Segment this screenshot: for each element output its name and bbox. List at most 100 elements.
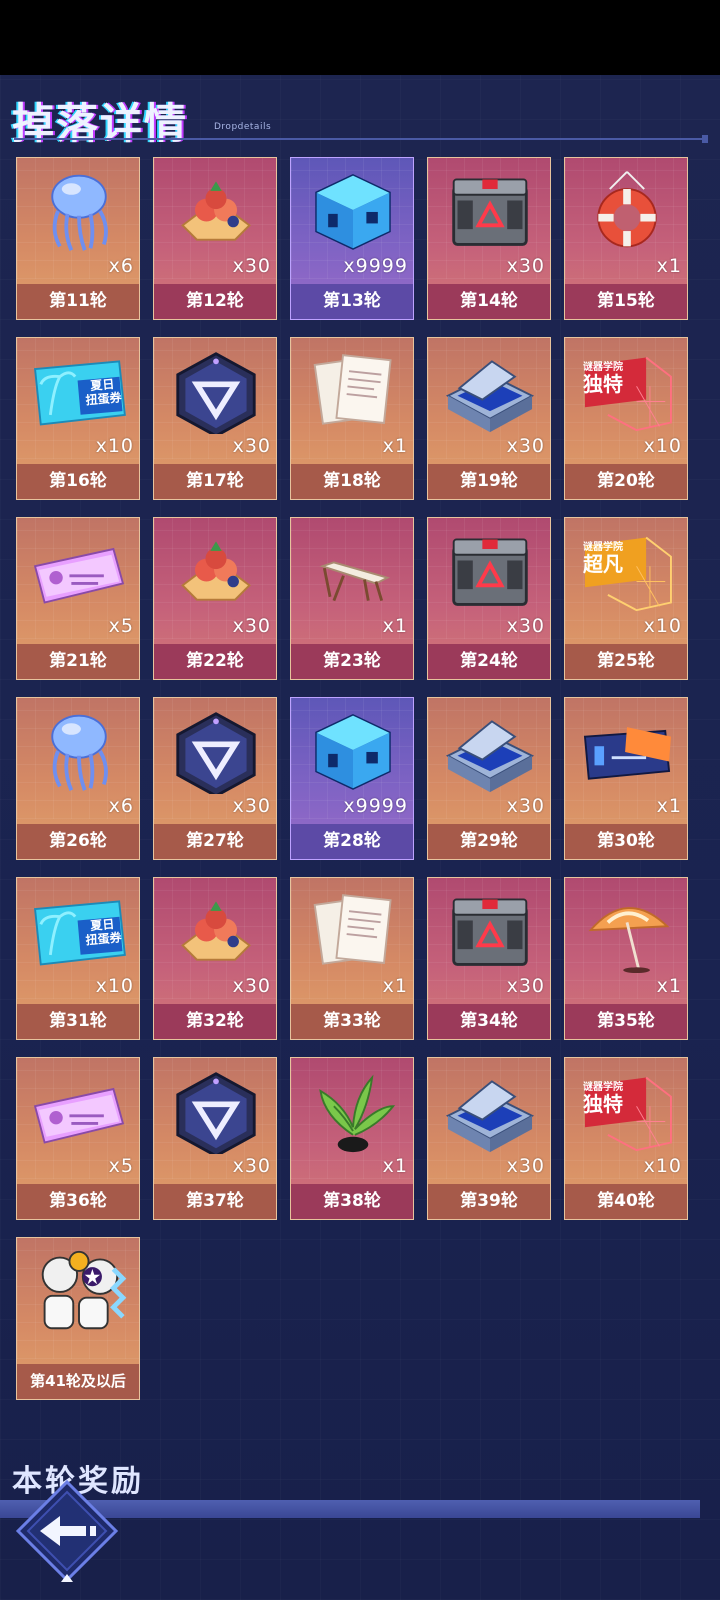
reward-card[interactable]: x6 第11轮 — [16, 157, 140, 320]
jellyfish-icon — [51, 174, 108, 251]
item-count: x1 — [382, 975, 408, 997]
reward-card[interactable]: 谜器学院 独特 x10 第20轮 — [564, 337, 688, 500]
round-label: 第23轮 — [291, 644, 413, 679]
item-count: x10 — [643, 1155, 682, 1177]
flag-big-text: 超凡 — [583, 552, 623, 576]
round-label: 第34轮 — [428, 1004, 550, 1039]
reward-card[interactable]: x30 第27轮 — [153, 697, 277, 860]
title-divider — [14, 135, 708, 143]
tech-crate-icon — [452, 538, 528, 606]
ticket-text: 夏日 扭蛋券 — [84, 916, 122, 948]
reward-card[interactable]: x1 第30轮 — [564, 697, 688, 860]
lifebuoy-icon — [597, 171, 657, 248]
item-count: x5 — [108, 1155, 134, 1177]
reward-card[interactable]: x30 第32轮 — [153, 877, 277, 1040]
reward-card[interactable]: 谜器学院 独特 x10 第40轮 — [564, 1057, 688, 1220]
item-count: x1 — [382, 1155, 408, 1177]
reward-card[interactable]: x30 第22轮 — [153, 517, 277, 680]
reward-card[interactable]: x1 第18轮 — [290, 337, 414, 500]
flag-big-text: 独特 — [583, 372, 623, 396]
reward-card[interactable]: x5 第36轮 — [16, 1057, 140, 1220]
round-label: 第21轮 — [17, 644, 139, 679]
round-label: 第25轮 — [565, 644, 687, 679]
reward-card[interactable]: x30 第29轮 — [427, 697, 551, 860]
triangle-emblem-icon — [176, 352, 256, 434]
flag-big-text: 独特 — [583, 1092, 623, 1116]
round-label: 第30轮 — [565, 824, 687, 859]
round-label: 第15轮 — [565, 284, 687, 319]
round-label: 第17轮 — [154, 464, 276, 499]
reward-card[interactable]: x30 第12轮 — [153, 157, 277, 320]
item-count: x30 — [232, 615, 271, 637]
reward-card[interactable]: x1 第38轮 — [290, 1057, 414, 1220]
round-label: 第13轮 — [291, 284, 413, 319]
reward-card[interactable]: 夏日 扭蛋券 x10 第31轮 — [16, 877, 140, 1040]
beach-chair-icon — [319, 561, 391, 602]
round-label: 第35轮 — [565, 1004, 687, 1039]
blue-card-icon — [583, 727, 671, 780]
item-count: x30 — [506, 255, 545, 277]
item-count: x6 — [108, 795, 134, 817]
reward-card[interactable]: x1 第33轮 — [290, 877, 414, 1040]
reward-card[interactable]: 夏日 扭蛋券 x10 第16轮 — [16, 337, 140, 500]
item-count: x30 — [506, 975, 545, 997]
item-count: x30 — [232, 795, 271, 817]
pink-card-icon — [33, 547, 125, 604]
jellyfish-icon — [51, 714, 108, 791]
round-label: 第39轮 — [428, 1184, 550, 1219]
blue-cube-icon — [315, 714, 391, 790]
reward-card[interactable]: x1 第35轮 — [564, 877, 688, 1040]
pink-card-icon — [33, 1087, 125, 1144]
item-count: x30 — [232, 975, 271, 997]
round-label: 第31轮 — [17, 1004, 139, 1039]
reward-card[interactable]: x30 第39轮 — [427, 1057, 551, 1220]
round-label: 第14轮 — [428, 284, 550, 319]
round-label: 第38轮 — [291, 1184, 413, 1219]
item-count: x1 — [382, 615, 408, 637]
reward-card[interactable]: x1 第15轮 — [564, 157, 688, 320]
reward-card[interactable]: x30 第14轮 — [427, 157, 551, 320]
page-title: 掉落详情 — [12, 99, 189, 148]
round-label: 第26轮 — [17, 824, 139, 859]
round-label: 第20轮 — [565, 464, 687, 499]
item-count: x10 — [95, 435, 134, 457]
blue-cube-icon — [315, 174, 391, 250]
round-label: 第27轮 — [154, 824, 276, 859]
reward-card[interactable]: x30 第19轮 — [427, 337, 551, 500]
reward-card[interactable]: x1 第23轮 — [290, 517, 414, 680]
round-label: 第32轮 — [154, 1004, 276, 1039]
item-count: x1 — [656, 975, 682, 997]
ticket-text: 夏日 扭蛋券 — [84, 376, 122, 408]
flag-text: 谜器学院 超凡 — [583, 542, 623, 575]
round-label: 第41轮及以后 — [17, 1364, 139, 1399]
reward-card[interactable]: x9999 第13轮 — [290, 157, 414, 320]
back-button[interactable] — [14, 1478, 120, 1584]
reward-card[interactable]: x6 第26轮 — [16, 697, 140, 860]
reward-card[interactable]: x5 第21轮 — [16, 517, 140, 680]
reward-card[interactable]: 谜器学院 超凡 x10 第25轮 — [564, 517, 688, 680]
flag-text: 谜器学院 独特 — [583, 1082, 623, 1115]
fruit-pile-icon — [181, 181, 251, 241]
round-label: 第11轮 — [17, 284, 139, 319]
item-count: x30 — [506, 795, 545, 817]
status-bar — [0, 0, 720, 75]
fruit-pile-icon — [181, 901, 251, 961]
triangle-emblem-icon — [176, 712, 256, 794]
item-count: x30 — [506, 435, 545, 457]
reward-card[interactable]: x9999 第28轮 — [290, 697, 414, 860]
tech-crate-icon — [452, 178, 528, 246]
potted-plant-icon — [319, 1074, 396, 1153]
paper-documents-icon — [313, 894, 392, 965]
flag-text: 谜器学院 独特 — [583, 362, 623, 395]
round-label: 第28轮 — [291, 824, 413, 859]
item-count: x9999 — [343, 795, 408, 817]
item-count: x30 — [232, 435, 271, 457]
reward-card[interactable]: x30 第34轮 — [427, 877, 551, 1040]
item-count: x1 — [656, 795, 682, 817]
reward-card[interactable]: 第41轮及以后 — [16, 1237, 140, 1400]
page-subtitle: Dropdetails — [214, 122, 272, 132]
reward-card[interactable]: x30 第24轮 — [427, 517, 551, 680]
reward-card[interactable]: x30 第37轮 — [153, 1057, 277, 1220]
item-count: x30 — [232, 1155, 271, 1177]
reward-card[interactable]: x30 第17轮 — [153, 337, 277, 500]
